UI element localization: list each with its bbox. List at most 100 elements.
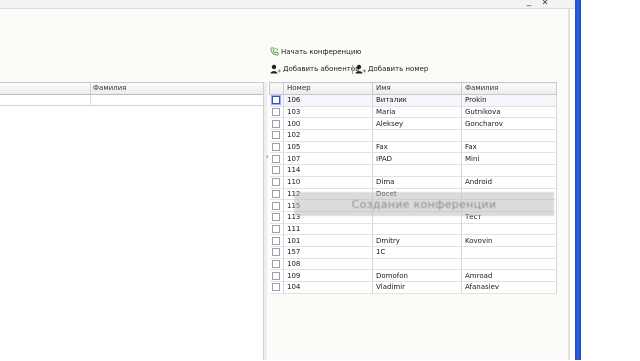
table-row[interactable]: 108 xyxy=(269,258,557,271)
table-row[interactable]: 101 Dmitry Kovovin xyxy=(269,234,557,247)
cell-number[interactable]: 104 xyxy=(283,281,373,294)
cell-number[interactable]: 107 xyxy=(283,152,373,166)
cell-surname[interactable] xyxy=(461,223,557,236)
table-row[interactable]: 102 xyxy=(269,129,557,142)
row-checkbox[interactable] xyxy=(272,248,281,257)
cell-surname[interactable] xyxy=(461,258,557,271)
row-checkbox[interactable] xyxy=(272,166,281,175)
row-checkbox-cell xyxy=(269,94,284,107)
cell-number[interactable]: 110 xyxy=(283,176,373,189)
cell-name[interactable] xyxy=(372,129,462,142)
row-checkbox[interactable] xyxy=(272,119,281,128)
cell-name[interactable]: 1C xyxy=(372,246,462,259)
column-header-surname[interactable]: Фамилия xyxy=(461,82,557,95)
start-conference-button[interactable]: Начать конференцию xyxy=(270,47,361,56)
cell-name[interactable]: Maria xyxy=(372,106,462,119)
row-checkbox[interactable] xyxy=(272,189,281,198)
column-separator xyxy=(90,95,91,105)
cell-surname[interactable] xyxy=(461,129,557,142)
row-checkbox-cell xyxy=(269,234,284,247)
row-checkbox-cell xyxy=(269,199,284,212)
table-row[interactable]: 111 xyxy=(269,223,557,236)
cell-name[interactable]: Dmitry xyxy=(372,234,462,247)
cell-surname[interactable]: Afanasiev xyxy=(461,281,557,294)
cell-surname[interactable]: Fax xyxy=(461,141,557,154)
cell-name[interactable]: IPAD xyxy=(372,152,462,166)
row-checkbox[interactable] xyxy=(272,213,281,222)
cell-name[interactable]: Domofon xyxy=(372,269,462,282)
left-column-surname[interactable]: Фамилия xyxy=(93,84,126,93)
table-row[interactable]: 106 Виталик Prokin xyxy=(269,94,557,107)
table-row[interactable]: 157 1C xyxy=(269,246,557,259)
cell-surname[interactable]: Kovovin xyxy=(461,234,557,247)
pane-splitter[interactable] xyxy=(263,82,267,360)
cell-name[interactable]: Dima xyxy=(372,176,462,189)
cell-name[interactable]: Aleksey xyxy=(372,117,462,131)
select-all-column-header[interactable] xyxy=(269,82,284,95)
row-checkbox[interactable] xyxy=(272,224,281,233)
column-header-name[interactable]: Имя xyxy=(372,82,462,95)
cell-number[interactable]: 106 xyxy=(283,94,373,107)
add-subscribers-button[interactable]: Добавить абонентов xyxy=(270,64,359,74)
column-header-number[interactable]: Номер xyxy=(283,82,373,95)
row-checkbox[interactable] xyxy=(272,201,281,210)
row-checkbox[interactable] xyxy=(272,131,281,140)
cell-number[interactable]: 105 xyxy=(283,141,373,154)
row-checkbox[interactable] xyxy=(272,108,281,117)
window-border xyxy=(575,0,640,360)
cell-name[interactable] xyxy=(372,164,462,177)
table-row[interactable]: 114 xyxy=(269,164,557,177)
left-table-header: Фамилия xyxy=(0,83,263,95)
column-separator[interactable] xyxy=(90,83,91,94)
table-row[interactable]: 105 Fax Fax xyxy=(269,141,557,154)
cell-number[interactable]: 157 xyxy=(283,246,373,259)
table-row[interactable]: 100 Aleksey Goncharov xyxy=(269,117,557,131)
toolbar-separator xyxy=(352,65,353,74)
cell-surname[interactable]: Mini xyxy=(461,152,557,166)
row-checkbox[interactable] xyxy=(272,283,281,292)
contacts-table-left[interactable]: Фамилия xyxy=(0,82,263,361)
cell-surname[interactable]: Goncharov xyxy=(461,117,557,131)
row-checkbox-cell xyxy=(269,223,284,236)
table-header-row: Номер Имя Фамилия xyxy=(269,82,557,95)
user-add-icon xyxy=(355,64,366,74)
cell-number[interactable]: 103 xyxy=(283,106,373,119)
minimize-icon[interactable]: _ xyxy=(524,0,534,7)
table-row[interactable]: 109 Domofon Amroad xyxy=(269,269,557,282)
cell-surname[interactable]: Gutnikova xyxy=(461,106,557,119)
cell-surname[interactable]: Amroad xyxy=(461,269,557,282)
add-number-button[interactable]: Добавить номер xyxy=(355,64,428,74)
row-checkbox[interactable] xyxy=(272,236,281,245)
cell-number[interactable]: 101 xyxy=(283,234,373,247)
row-checkbox[interactable] xyxy=(272,259,281,268)
cell-surname[interactable] xyxy=(461,246,557,259)
table-row[interactable]: 103 Maria Gutnikova xyxy=(269,106,557,119)
subscribers-table[interactable]: Номер Имя Фамилия 106 Виталик Prokin 103 Mar… xyxy=(269,82,557,294)
cell-name[interactable]: Fax xyxy=(372,141,462,154)
row-checkbox[interactable] xyxy=(272,96,281,105)
cell-number[interactable]: 114 xyxy=(283,164,373,177)
cell-number[interactable]: 109 xyxy=(283,269,373,282)
cell-surname[interactable]: Android xyxy=(461,176,557,189)
table-row[interactable] xyxy=(0,95,263,106)
cell-name[interactable]: Виталик xyxy=(372,94,462,107)
cell-name[interactable] xyxy=(372,223,462,236)
table-row[interactable]: 104 Vladimir Afanasiev xyxy=(269,281,557,294)
cell-number[interactable]: 108 xyxy=(283,258,373,271)
row-checkbox[interactable] xyxy=(272,154,281,163)
row-checkbox[interactable] xyxy=(272,178,281,187)
close-icon[interactable]: ✕ xyxy=(540,0,550,7)
row-checkbox[interactable] xyxy=(272,271,281,280)
table-row[interactable]: 110 Dima Android xyxy=(269,176,557,189)
row-checkbox[interactable] xyxy=(272,143,281,152)
cell-name[interactable]: Vladimir xyxy=(372,281,462,294)
row-checkbox-cell xyxy=(269,188,284,201)
cell-number[interactable]: 102 xyxy=(283,129,373,142)
cell-number[interactable]: 111 xyxy=(283,223,373,236)
cell-number[interactable]: 100 xyxy=(283,117,373,131)
row-checkbox-cell xyxy=(269,258,284,271)
cell-surname[interactable] xyxy=(461,164,557,177)
table-row[interactable]: 107 IPAD Mini xyxy=(269,152,557,166)
cell-name[interactable] xyxy=(372,258,462,271)
cell-surname[interactable]: Prokin xyxy=(461,94,557,107)
